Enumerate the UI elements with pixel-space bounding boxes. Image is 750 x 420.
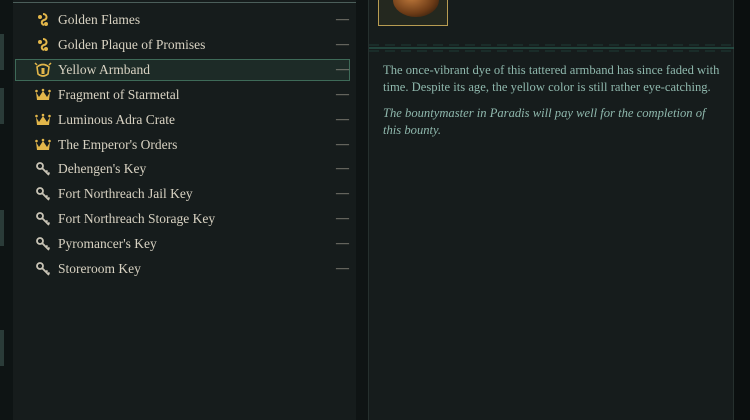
key-icon: [32, 236, 54, 252]
quest-item-status: —: [336, 85, 349, 101]
quest-item-status: —: [336, 11, 349, 26]
quest-item-row[interactable]: Fragment of Starmetal —: [16, 85, 349, 105]
edge-notch: [0, 330, 4, 366]
crown-icon: [32, 112, 54, 128]
description-text: The once-vibrant dye of this tattered ar…: [383, 63, 720, 94]
swirl-icon: [32, 12, 54, 28]
quest-item-row[interactable]: Golden Plaque of Promises —: [16, 35, 349, 55]
quest-item-row[interactable]: The Emperor's Orders —: [16, 135, 349, 155]
quest-item-status: —: [336, 210, 349, 226]
key-icon: [32, 261, 54, 277]
quest-item-status: —: [336, 185, 349, 201]
swirl-icon: [32, 37, 54, 53]
quest-item-label: The Emperor's Orders: [58, 136, 178, 152]
quest-item-label: Fort Northreach Jail Key: [58, 186, 193, 202]
item-description: The once-vibrant dye of this tattered ar…: [383, 62, 721, 139]
crown-icon: [32, 137, 54, 153]
edge-notch: [0, 88, 4, 124]
key-icon: [32, 211, 54, 227]
quest-item-list: Golden Flames — Golden Plaque of Promises —…: [13, 0, 364, 420]
right-edge-strip: [734, 0, 750, 420]
quest-item-row[interactable]: Yellow Armband —: [15, 58, 350, 81]
quest-item-label: Yellow Armband: [58, 61, 151, 77]
quest-item-label: Storeroom Key: [58, 261, 141, 276]
item-detail-panel: The once-vibrant dye of this tattered ar…: [368, 0, 735, 420]
quest-item-label: Pyromancer's Key: [58, 236, 157, 252]
panel-gutter: [356, 0, 368, 420]
quest-item-row[interactable]: Golden Flames —: [16, 10, 349, 30]
quest-item-row[interactable]: Dehengen's Key —: [16, 159, 349, 179]
quest-item-row[interactable]: Fort Northreach Jail Key —: [16, 184, 349, 204]
quest-item-label: Golden Plaque of Promises: [58, 36, 206, 52]
quest-item-label: Fort Northreach Storage Key: [58, 211, 216, 227]
quest-item-status: —: [336, 160, 349, 176]
quest-item-status: —: [336, 260, 349, 275]
helmet-icon: [32, 62, 54, 78]
quest-item-status: —: [336, 60, 349, 76]
quest-item-row[interactable]: Storeroom Key —: [16, 259, 349, 279]
quest-item-status: —: [336, 235, 349, 251]
flavor-text: The bountymaster in Paradis will pay wel…: [383, 106, 706, 137]
list-top-border: [13, 2, 363, 3]
quest-item-label: Golden Flames: [58, 12, 141, 27]
item-thumbnail: [378, 0, 448, 26]
quest-item-row[interactable]: Fort Northreach Storage Key —: [16, 209, 349, 229]
quest-item-row[interactable]: Pyromancer's Key —: [16, 234, 349, 254]
left-edge-strip: [0, 0, 14, 420]
quest-item-row[interactable]: Luminous Adra Crate —: [16, 110, 349, 130]
key-icon: [32, 186, 54, 202]
quest-item-label: Dehengen's Key: [58, 161, 147, 177]
ornamental-divider: [369, 44, 735, 52]
quest-item-label: Luminous Adra Crate: [58, 111, 175, 127]
quest-item-status: —: [336, 110, 349, 126]
crown-icon: [32, 87, 54, 103]
edge-notch: [0, 34, 4, 70]
quest-item-status: —: [336, 35, 349, 51]
key-icon: [32, 161, 54, 177]
edge-notch: [0, 210, 4, 246]
quest-item-status: —: [336, 135, 349, 151]
quest-item-label: Fragment of Starmetal: [58, 86, 180, 102]
